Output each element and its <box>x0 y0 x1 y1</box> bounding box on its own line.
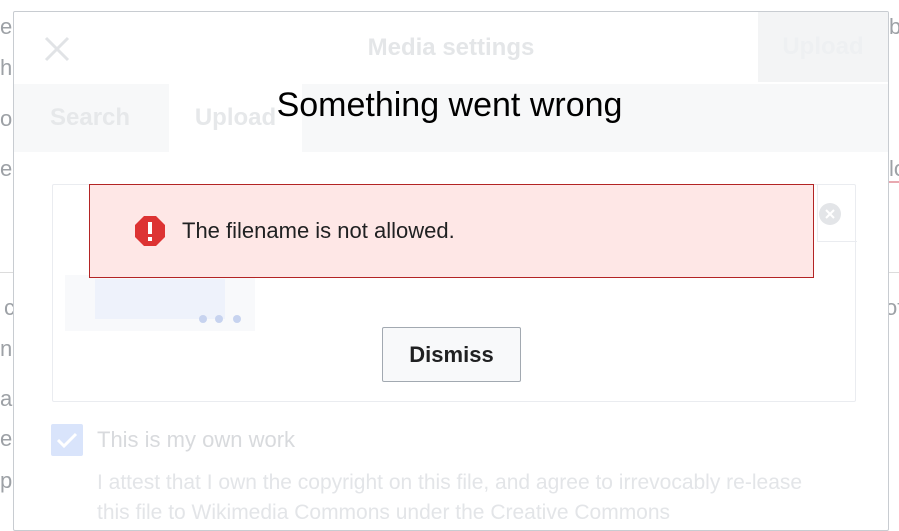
divider <box>0 272 14 273</box>
background-text: p <box>0 468 13 493</box>
own-work-row: This is my own work <box>51 424 295 456</box>
error-message-box: The filename is not allowed. <box>89 184 814 278</box>
dismiss-button[interactable]: Dismiss <box>382 327 521 382</box>
file-thumbnail <box>65 275 255 331</box>
clear-icon <box>825 209 835 219</box>
thumbnail-preview <box>95 279 225 319</box>
divider <box>817 185 818 241</box>
upload-button[interactable]: Upload <box>758 12 888 82</box>
divider <box>889 272 899 273</box>
background-text: e <box>0 156 13 181</box>
checkmark-icon <box>56 432 78 449</box>
own-work-checkbox[interactable] <box>51 424 83 456</box>
divider <box>817 241 857 242</box>
clear-button[interactable] <box>819 203 841 225</box>
background-text: be <box>889 14 899 39</box>
dialog-title: Media settings <box>367 34 535 61</box>
background-link[interactable]: lo <box>889 156 899 182</box>
thumbnail-dot <box>215 315 223 323</box>
error-title: Something went wrong <box>276 86 623 124</box>
error-icon <box>135 216 165 246</box>
thumbnail-dot <box>199 315 207 323</box>
error-message: The filename is not allowed. <box>182 218 455 243</box>
background-text: e <box>0 14 13 39</box>
own-work-description: I attest that I own the copyright on thi… <box>97 471 803 524</box>
thumbnail-dot <box>233 315 241 323</box>
own-work-label: This is my own work <box>97 427 296 452</box>
